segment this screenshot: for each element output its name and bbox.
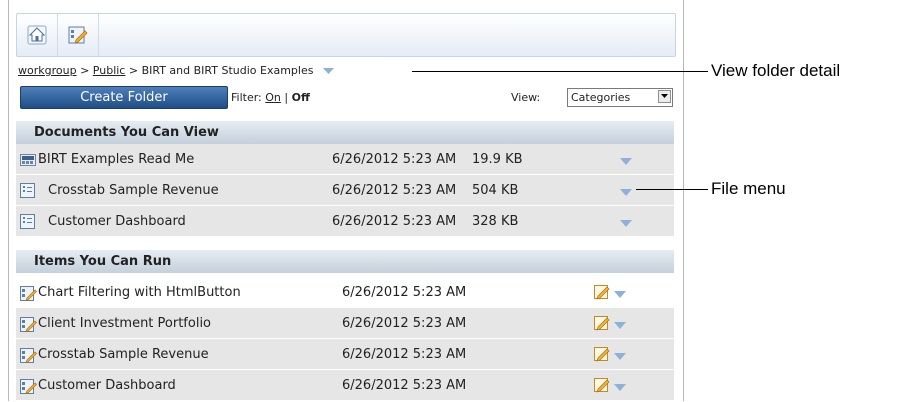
create-folder-button[interactable]: Create Folder xyxy=(20,86,228,109)
document-name[interactable]: Crosstab Sample Revenue xyxy=(48,183,219,198)
breadcrumb: workgroup > Public > BIRT and BIRT Studi… xyxy=(18,64,334,78)
runnable-row[interactable]: Customer Dashboard 6/26/2012 5:23 AM xyxy=(16,370,674,401)
report-design-icon xyxy=(68,26,88,44)
breadcrumb-separator: > xyxy=(128,64,139,77)
document-row[interactable]: Crosstab Sample Revenue 6/26/2012 5:23 A… xyxy=(16,175,674,206)
filter-label: Filter: xyxy=(231,91,262,104)
view-label: View: xyxy=(511,91,541,104)
breadcrumb-link-public[interactable]: Public xyxy=(93,64,126,77)
document-date: 6/26/2012 5:23 AM xyxy=(332,183,457,198)
file-menu-icon[interactable] xyxy=(620,186,632,201)
file-menu-icon[interactable] xyxy=(614,381,626,396)
report-design-icon xyxy=(20,285,37,306)
file-menu-icon[interactable] xyxy=(614,350,626,365)
document-size: 504 KB xyxy=(472,183,519,198)
callout-file-menu: File menu xyxy=(711,179,786,198)
edit-icon[interactable] xyxy=(594,284,610,304)
view-select[interactable]: Categories xyxy=(567,88,673,107)
file-menu-icon[interactable] xyxy=(620,217,632,232)
report-design-icon xyxy=(20,316,37,337)
file-browser-panel: workgroup > Public > BIRT and BIRT Studi… xyxy=(8,0,684,401)
home-button[interactable] xyxy=(17,14,58,56)
runnable-date: 6/26/2012 5:23 AM xyxy=(342,347,467,362)
edit-icon[interactable] xyxy=(594,377,610,397)
runnable-name[interactable]: Customer Dashboard xyxy=(38,378,176,393)
callout-line-folder-detail xyxy=(412,71,708,72)
runnable-row[interactable]: Crosstab Sample Revenue 6/26/2012 5:23 A… xyxy=(16,339,674,370)
report-document-icon xyxy=(20,183,35,202)
filter-control: Filter: On | Off xyxy=(231,91,310,104)
document-name[interactable]: BIRT Examples Read Me xyxy=(38,152,194,167)
callout-folder-detail: View folder detail xyxy=(711,61,841,80)
edit-icon[interactable] xyxy=(594,346,610,366)
report-design-icon xyxy=(20,347,37,368)
document-size: 328 KB xyxy=(472,214,519,229)
runnable-name[interactable]: Client Investment Portfolio xyxy=(38,316,211,331)
runnable-name[interactable]: Crosstab Sample Revenue xyxy=(38,347,209,362)
document-date: 6/26/2012 5:23 AM xyxy=(332,214,457,229)
runnable-name[interactable]: Chart Filtering with HtmlButton xyxy=(38,285,241,300)
document-size: 19.9 KB xyxy=(472,152,523,167)
runnable-date: 6/26/2012 5:23 AM xyxy=(342,285,467,300)
breadcrumb-link-workgroup[interactable]: workgroup xyxy=(18,64,77,77)
view-select-value: Categories xyxy=(571,91,631,104)
filter-on-link[interactable]: On xyxy=(265,91,281,104)
file-menu-icon[interactable] xyxy=(614,288,626,303)
filter-off-label: Off xyxy=(291,91,310,104)
toolbar xyxy=(16,13,676,57)
filter-separator: | xyxy=(284,91,289,104)
runnable-date: 6/26/2012 5:23 AM xyxy=(342,378,467,393)
edit-icon[interactable] xyxy=(594,315,610,335)
runnable-date: 6/26/2012 5:23 AM xyxy=(342,316,467,331)
file-menu-icon[interactable] xyxy=(620,155,632,170)
runnable-section-header: Items You Can Run xyxy=(16,249,674,273)
new-report-button[interactable] xyxy=(58,14,99,56)
pdf-document-icon xyxy=(20,151,36,171)
report-design-icon xyxy=(20,378,37,399)
chevron-down-icon[interactable] xyxy=(658,90,671,103)
breadcrumb-separator: > xyxy=(80,64,90,77)
document-row[interactable]: Customer Dashboard 6/26/2012 5:23 AM 328… xyxy=(16,206,674,237)
runnable-row[interactable]: Chart Filtering with HtmlButton 6/26/201… xyxy=(16,277,674,308)
callout-line-file-menu xyxy=(636,189,708,190)
document-date: 6/26/2012 5:23 AM xyxy=(332,152,457,167)
runnable-row[interactable]: Client Investment Portfolio 6/26/2012 5:… xyxy=(16,308,674,339)
document-row[interactable]: BIRT Examples Read Me 6/26/2012 5:23 AM … xyxy=(16,144,674,175)
home-icon xyxy=(27,25,47,45)
document-name[interactable]: Customer Dashboard xyxy=(48,214,186,229)
file-menu-icon[interactable] xyxy=(614,319,626,334)
breadcrumb-current-folder: BIRT and BIRT Studio Examples xyxy=(141,64,314,77)
report-document-icon xyxy=(20,214,35,233)
documents-section-header: Documents You Can View xyxy=(16,120,674,144)
folder-detail-menu-icon[interactable] xyxy=(322,65,334,78)
